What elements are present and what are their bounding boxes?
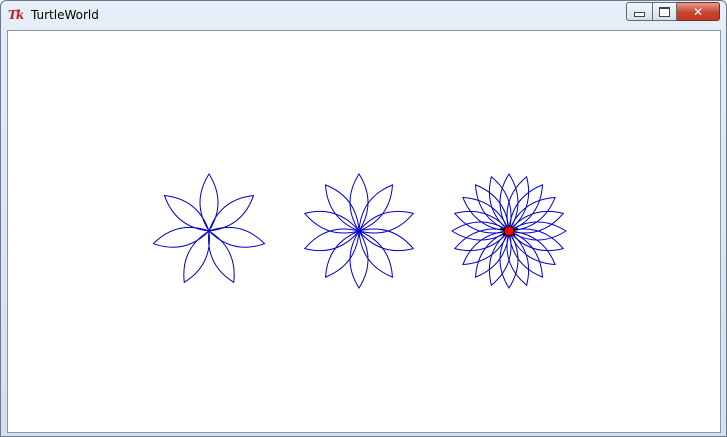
app-window: Tk TurtleWorld ✕ <box>0 0 727 437</box>
turtle-canvas[interactable] <box>7 30 721 433</box>
title-bar[interactable]: Tk TurtleWorld ✕ <box>1 1 726 29</box>
window-title: TurtleWorld <box>31 8 99 22</box>
petal <box>324 230 360 278</box>
drawing-surface <box>152 173 567 289</box>
petal <box>199 173 219 232</box>
turtle-body <box>503 225 515 237</box>
close-icon: ✕ <box>692 4 704 19</box>
petal <box>208 230 235 284</box>
flower <box>152 173 266 284</box>
petal <box>324 184 360 232</box>
petal <box>358 184 394 232</box>
tk-feather-icon: Tk <box>8 8 24 22</box>
petal <box>349 230 369 289</box>
minimize-button[interactable] <box>626 2 652 21</box>
maximize-icon <box>659 6 670 17</box>
maximize-button[interactable] <box>652 2 677 21</box>
minimize-icon <box>634 12 645 17</box>
close-button[interactable]: ✕ <box>677 2 720 21</box>
petal <box>358 230 394 278</box>
flower <box>303 173 415 289</box>
petal <box>349 173 369 232</box>
petal <box>208 194 255 232</box>
window-controls: ✕ <box>626 2 720 21</box>
petal <box>163 194 210 232</box>
petal <box>183 230 210 284</box>
